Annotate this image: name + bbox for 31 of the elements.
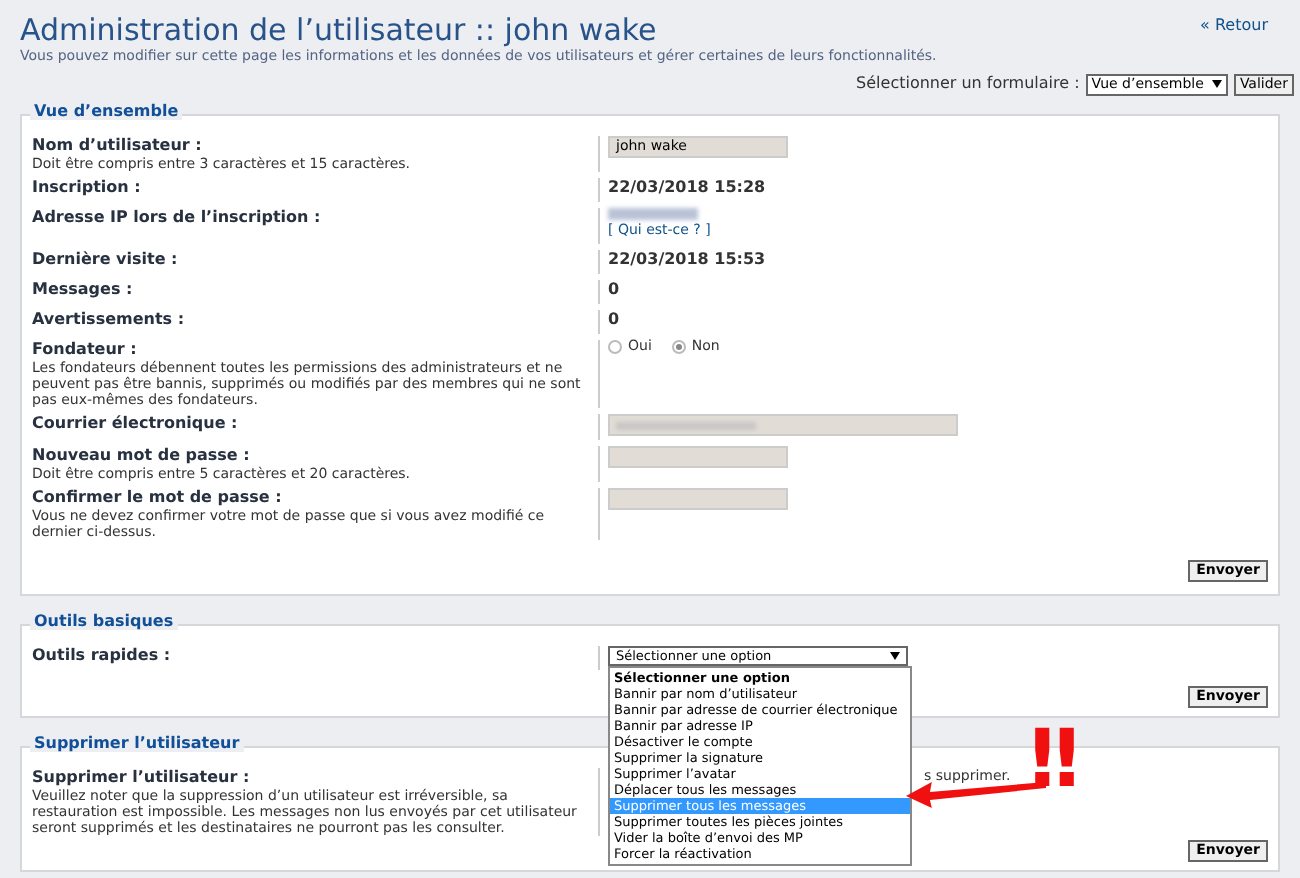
field-value: 22/03/2018 15:53 — [608, 250, 766, 270]
caret-icon — [890, 652, 900, 660]
field-label: Outils rapides : — [32, 646, 173, 666]
caret-icon — [1211, 80, 1222, 88]
field-value: 0 — [608, 280, 620, 300]
field-value: 22/03/2018 15:28 — [608, 178, 766, 198]
field-label: Adresse IP lors de l’inscription : — [32, 208, 323, 228]
field-label: Avertissements : — [32, 310, 187, 330]
field-label: Messages : — [32, 280, 135, 300]
section-legend: Supprimer l’utilisateur — [30, 736, 244, 752]
section-legend: Outils basiques — [30, 614, 178, 630]
section-legend: Vue d’ensemble — [30, 104, 183, 120]
form-selector-label: Sélectionner un formulaire : — [856, 72, 1080, 96]
back-link[interactable]: « Retour — [1200, 12, 1280, 66]
email-input[interactable] — [608, 414, 958, 436]
field-label: Courrier électronique : — [32, 414, 240, 434]
field-label: Inscription : — [32, 178, 143, 198]
text-input[interactable] — [608, 446, 788, 468]
exclamation-annotation: !! — [1024, 720, 1073, 800]
field-label: Fondateur : — [32, 340, 139, 360]
field-label: Supprimer l’utilisateur : — [32, 768, 252, 788]
field-label: Nom d’utilisateur : — [32, 136, 204, 156]
blurred-value — [608, 208, 698, 220]
text-input[interactable] — [608, 488, 788, 510]
field-label: Nouveau mot de passe : — [32, 446, 252, 466]
field-label: Confirmer le mot de passe : — [32, 488, 284, 508]
field-label: Dernière visite : — [32, 250, 180, 270]
field-value: 0 — [608, 310, 620, 330]
radio-button[interactable] — [671, 340, 686, 354]
page-title: Administration de l’utilisateur :: john wake — [20, 12, 659, 48]
radio-button[interactable] — [608, 340, 622, 354]
